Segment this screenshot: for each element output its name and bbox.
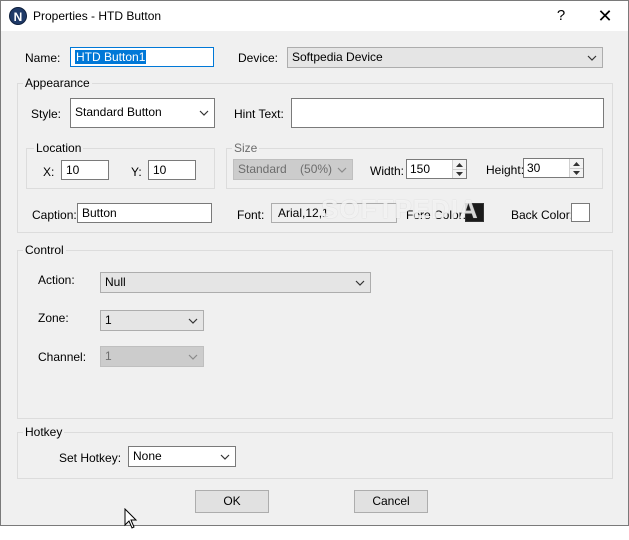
location-x-input[interactable]: 10	[61, 160, 109, 180]
cancel-button[interactable]: Cancel	[354, 490, 428, 513]
width-label: Width:	[370, 164, 405, 178]
spin-down-icon[interactable]	[570, 168, 583, 177]
close-button[interactable]: ✕	[583, 1, 627, 31]
action-label: Action:	[38, 273, 75, 287]
height-label: Height:	[486, 163, 525, 177]
chevron-down-icon	[586, 48, 598, 67]
name-label: Name:	[25, 51, 61, 65]
action-select-value: Null	[105, 275, 126, 289]
zone-select[interactable]: 1	[100, 310, 204, 331]
font-label: Font:	[237, 208, 265, 222]
height-spinner[interactable]: 30	[523, 158, 584, 178]
spin-down-icon[interactable]	[453, 169, 466, 178]
control-group-label: Control	[23, 243, 66, 257]
channel-select[interactable]: 1	[100, 346, 204, 367]
zone-label: Zone:	[38, 311, 69, 325]
location-x-label: X:	[43, 165, 55, 179]
help-button[interactable]: ?	[539, 1, 583, 31]
ok-button[interactable]: OK	[195, 490, 269, 513]
mouse-cursor-icon	[124, 508, 138, 529]
hotkey-group-label: Hotkey	[23, 425, 65, 439]
name-input[interactable]: HTD Button1	[70, 47, 214, 67]
location-group-label: Location	[34, 141, 84, 155]
location-y-label: Y:	[131, 165, 142, 179]
chevron-down-icon	[354, 273, 366, 292]
size-preset-select[interactable]: Standard (50%)	[233, 159, 353, 180]
app-logo-icon: N	[9, 7, 27, 25]
width-spinner[interactable]: 150	[406, 159, 467, 179]
fore-color-label: Fore Color:	[406, 208, 467, 222]
action-select[interactable]: Null	[100, 272, 371, 293]
size-group-label: Size	[232, 141, 260, 155]
channel-label: Channel:	[38, 350, 87, 364]
set-hotkey-select[interactable]: None	[128, 446, 236, 467]
appearance-group-label: Appearance	[23, 76, 92, 90]
spin-up-icon[interactable]	[570, 159, 583, 168]
window-title: Properties - HTD Button	[33, 9, 162, 23]
chevron-down-icon	[219, 447, 231, 466]
caption-label: Caption:	[32, 208, 77, 222]
style-label: Style:	[31, 107, 62, 121]
style-select-value: Standard Button	[75, 105, 162, 119]
hint-text-label: Hint Text:	[234, 107, 284, 121]
size-preset-value: Standard (50%)	[238, 162, 333, 176]
chevron-down-icon	[187, 311, 199, 330]
back-color-swatch[interactable]	[571, 203, 590, 222]
style-select[interactable]: Standard Button	[70, 98, 215, 128]
fore-color-swatch[interactable]	[465, 203, 484, 222]
device-select-value: Softpedia Device	[292, 50, 383, 64]
chevron-down-icon	[187, 347, 199, 366]
properties-dialog: N Properties - HTD Button ? ✕ Name: HTD …	[0, 0, 629, 526]
set-hotkey-label: Set Hotkey:	[59, 451, 122, 465]
chevron-down-icon	[198, 99, 210, 127]
device-label: Device:	[238, 51, 279, 65]
location-y-input[interactable]: 10	[148, 160, 196, 180]
height-value: 30	[527, 161, 541, 175]
spin-up-icon[interactable]	[453, 160, 466, 169]
font-field[interactable]: Arial,12,1	[271, 203, 397, 223]
width-value: 150	[410, 162, 431, 176]
zone-select-value: 1	[105, 313, 112, 327]
set-hotkey-value: None	[133, 449, 162, 463]
name-input-value: HTD Button1	[75, 50, 147, 64]
chevron-down-icon	[336, 160, 348, 179]
channel-select-value: 1	[105, 349, 112, 363]
back-color-label: Back Color:	[511, 208, 574, 222]
hint-text-input[interactable]	[291, 98, 604, 128]
caption-input[interactable]: Button	[77, 203, 212, 223]
title-bar[interactable]: N Properties - HTD Button ? ✕	[1, 1, 628, 31]
device-select[interactable]: Softpedia Device	[287, 47, 603, 68]
